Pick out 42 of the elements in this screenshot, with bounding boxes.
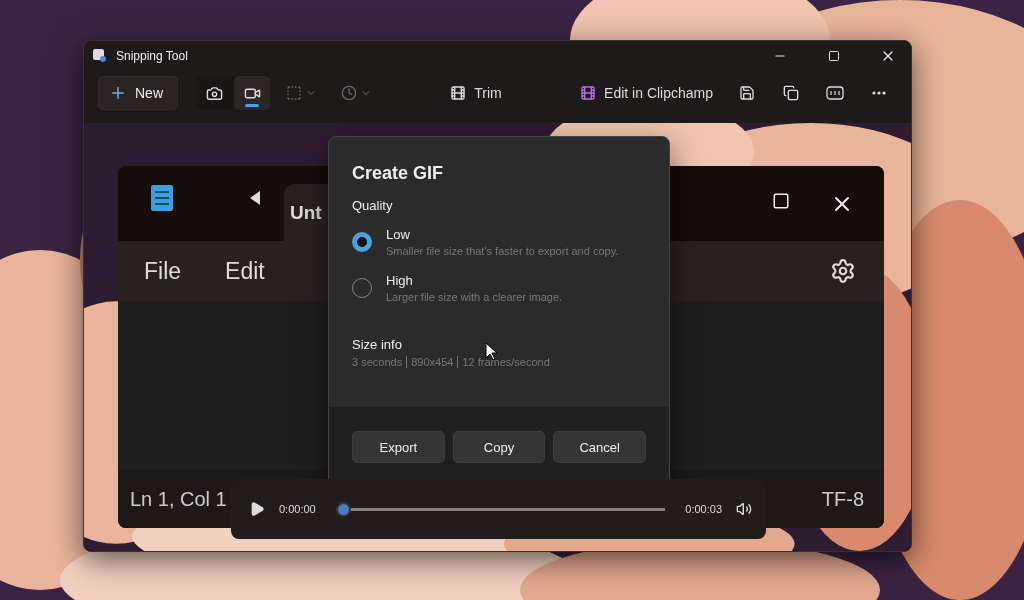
more-icon bbox=[872, 91, 886, 95]
status-text: TF-8 bbox=[821, 487, 864, 511]
size-detail: 890x454 bbox=[406, 356, 458, 368]
seek-thumb[interactable] bbox=[335, 501, 351, 517]
new-button[interactable]: New bbox=[98, 76, 178, 110]
gif-icon bbox=[826, 86, 844, 100]
size-detail: 3 seconds bbox=[352, 356, 404, 368]
notepad-icon bbox=[150, 183, 174, 213]
window-title: Snipping Tool bbox=[116, 49, 189, 63]
back-arrow-icon bbox=[248, 190, 262, 206]
section-label: Size info bbox=[352, 337, 403, 352]
settings-icon bbox=[830, 258, 856, 284]
film-icon bbox=[450, 85, 467, 101]
plus-icon bbox=[109, 84, 127, 102]
film-icon bbox=[580, 85, 597, 101]
option-description: Smaller file size that's faster to export and copy. bbox=[386, 245, 619, 257]
mode-button[interactable] bbox=[234, 76, 270, 110]
menu-item[interactable]: Edit bbox=[225, 257, 265, 285]
maximize-icon bbox=[772, 191, 790, 210]
dialog-button[interactable]: Export bbox=[352, 431, 445, 463]
clipchamp-button[interactable]: Edit in Clipchamp bbox=[572, 76, 721, 110]
total-time: 0:00:03 bbox=[685, 503, 722, 515]
dialog-title: Create GIF bbox=[352, 163, 445, 184]
maximize-icon bbox=[828, 50, 840, 62]
camera-icon bbox=[205, 84, 223, 102]
trim-button[interactable]: Trim bbox=[442, 76, 510, 110]
play-icon[interactable] bbox=[249, 501, 265, 517]
section-label: Quality bbox=[352, 198, 394, 213]
dialog-button[interactable]: Copy bbox=[452, 431, 546, 463]
current-time: 0:00:00 bbox=[279, 503, 316, 515]
status-text: Ln 1, Col 1 bbox=[130, 487, 227, 511]
radio-button[interactable] bbox=[352, 232, 372, 252]
save-icon bbox=[739, 85, 755, 101]
option-label: High bbox=[386, 273, 414, 288]
volume-icon[interactable] bbox=[736, 501, 752, 517]
option-label: Low bbox=[386, 227, 411, 242]
clock-icon bbox=[341, 85, 357, 101]
dialog-button[interactable]: Cancel bbox=[553, 431, 646, 463]
copy-icon bbox=[783, 85, 799, 101]
menu-item[interactable]: File bbox=[144, 257, 182, 285]
dashed-square-icon bbox=[286, 85, 302, 101]
option-description: Larger file size with a clearer image. bbox=[386, 291, 563, 303]
